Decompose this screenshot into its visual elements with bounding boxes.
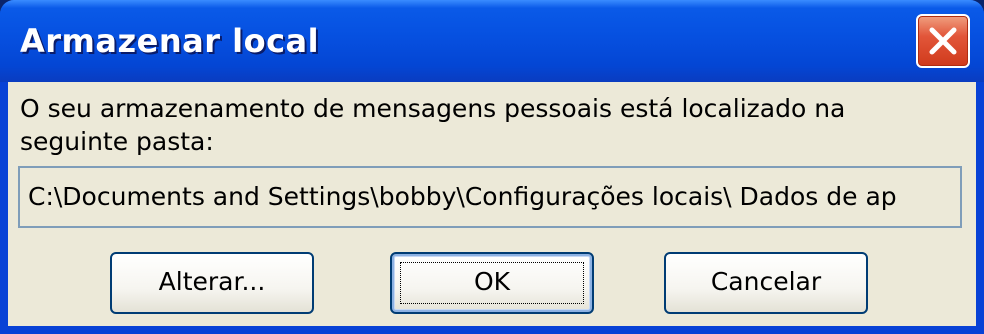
close-button[interactable]	[916, 14, 970, 68]
window-title: Armazenar local	[20, 22, 320, 60]
dialog-body: O seu armazenamento de mensagens pessoai…	[8, 82, 976, 326]
folder-path-value: C:\Documents and Settings\bobby\Configur…	[28, 182, 897, 211]
cancel-button[interactable]: Cancelar	[664, 252, 868, 314]
close-icon	[929, 27, 957, 55]
title-bar[interactable]: Armazenar local	[0, 0, 984, 82]
message-text: O seu armazenamento de mensagens pessoai…	[20, 94, 846, 156]
ok-button[interactable]: OK	[390, 252, 594, 314]
focus-ring	[400, 262, 584, 304]
folder-path-field[interactable]: C:\Documents and Settings\bobby\Configur…	[18, 166, 962, 228]
dialog-window: Armazenar local O seu armazenamento de m…	[0, 0, 984, 334]
change-button[interactable]: Alterar...	[110, 252, 314, 314]
